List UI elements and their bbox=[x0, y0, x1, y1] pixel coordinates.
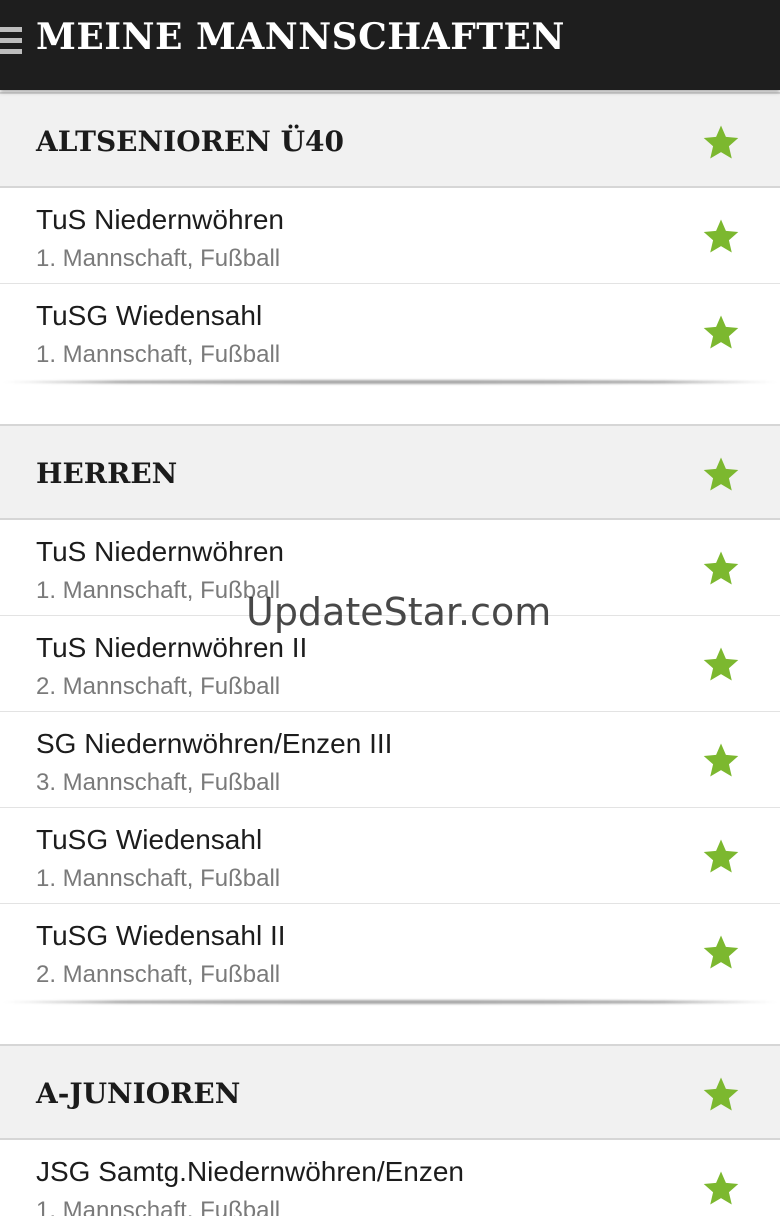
favorite-star-icon[interactable] bbox=[702, 123, 740, 161]
favorite-star-icon[interactable] bbox=[702, 1075, 740, 1113]
section-header[interactable]: A-JUNIOREN bbox=[0, 1044, 780, 1140]
favorite-star-icon[interactable] bbox=[702, 217, 740, 255]
team-subtitle: 2. Mannschaft, Fußball bbox=[36, 961, 281, 988]
section-title: ALTSENIOREN Ü40 bbox=[36, 125, 344, 158]
team-subtitle: 1. Mannschaft, Fußball bbox=[36, 341, 281, 368]
favorite-star-icon[interactable] bbox=[702, 837, 740, 875]
team-row[interactable]: JSG Samtg.Niedernwöhren/Enzen 1. Mannscha… bbox=[0, 1140, 780, 1216]
section-header[interactable]: HERREN bbox=[0, 424, 780, 520]
team-list: ALTSENIOREN Ü40 TuS Niedernwöhren 1. Manns… bbox=[0, 92, 780, 1216]
section-title: A-JUNIOREN bbox=[36, 1077, 241, 1110]
page-title: MEINE MANNSCHAFTEN bbox=[36, 16, 565, 58]
favorite-star-icon[interactable] bbox=[702, 455, 740, 493]
section-title: HERREN bbox=[36, 457, 178, 490]
favorite-star-icon[interactable] bbox=[702, 933, 740, 971]
team-subtitle: 1. Mannschaft, Fußball bbox=[36, 245, 281, 272]
team-name: TuS Niedernwöhren bbox=[36, 204, 284, 235]
favorite-star-icon[interactable] bbox=[702, 741, 740, 779]
team-name: TuS Niedernwöhren II bbox=[36, 632, 308, 663]
section-divider bbox=[0, 1000, 780, 1044]
team-subtitle: 1. Mannschaft, Fußball bbox=[36, 1197, 281, 1216]
team-row[interactable]: TuS Niedernwöhren 1. Mannschaft, Fußball bbox=[0, 188, 780, 284]
team-subtitle: 1. Mannschaft, Fußball bbox=[36, 577, 281, 604]
team-name: TuS Niedernwöhren bbox=[36, 536, 284, 567]
team-name: TuSG Wiedensahl bbox=[36, 300, 263, 331]
favorite-star-icon[interactable] bbox=[702, 645, 740, 683]
team-subtitle: 2. Mannschaft, Fußball bbox=[36, 673, 281, 700]
section-header[interactable]: ALTSENIOREN Ü40 bbox=[0, 92, 780, 188]
team-row[interactable]: SG Niedernwöhren/Enzen III 3. Mannschaft,… bbox=[0, 712, 780, 808]
favorite-star-icon[interactable] bbox=[702, 313, 740, 351]
hamburger-menu-icon[interactable] bbox=[0, 27, 22, 57]
team-subtitle: 3. Mannschaft, Fußball bbox=[36, 769, 281, 796]
app-bar: MEINE MANNSCHAFTEN bbox=[0, 0, 780, 90]
team-subtitle: 1. Mannschaft, Fußball bbox=[36, 865, 281, 892]
team-name: SG Niedernwöhren/Enzen III bbox=[36, 728, 393, 759]
team-name: TuSG Wiedensahl II bbox=[36, 920, 286, 951]
team-name: TuSG Wiedensahl bbox=[36, 824, 263, 855]
team-row[interactable]: TuSG Wiedensahl 1. Mannschaft, Fußball bbox=[0, 808, 780, 904]
team-row[interactable]: TuSG Wiedensahl 1. Mannschaft, Fußball bbox=[0, 284, 780, 380]
favorite-star-icon[interactable] bbox=[702, 549, 740, 587]
favorite-star-icon[interactable] bbox=[702, 1169, 740, 1207]
watermark: UpdateStar.com bbox=[246, 590, 552, 634]
section-divider bbox=[0, 380, 780, 424]
team-name: JSG Samtg.Niedernwöhren/Enzen bbox=[36, 1156, 464, 1187]
team-row[interactable]: TuSG Wiedensahl II 2. Mannschaft, Fußball bbox=[0, 904, 780, 1000]
